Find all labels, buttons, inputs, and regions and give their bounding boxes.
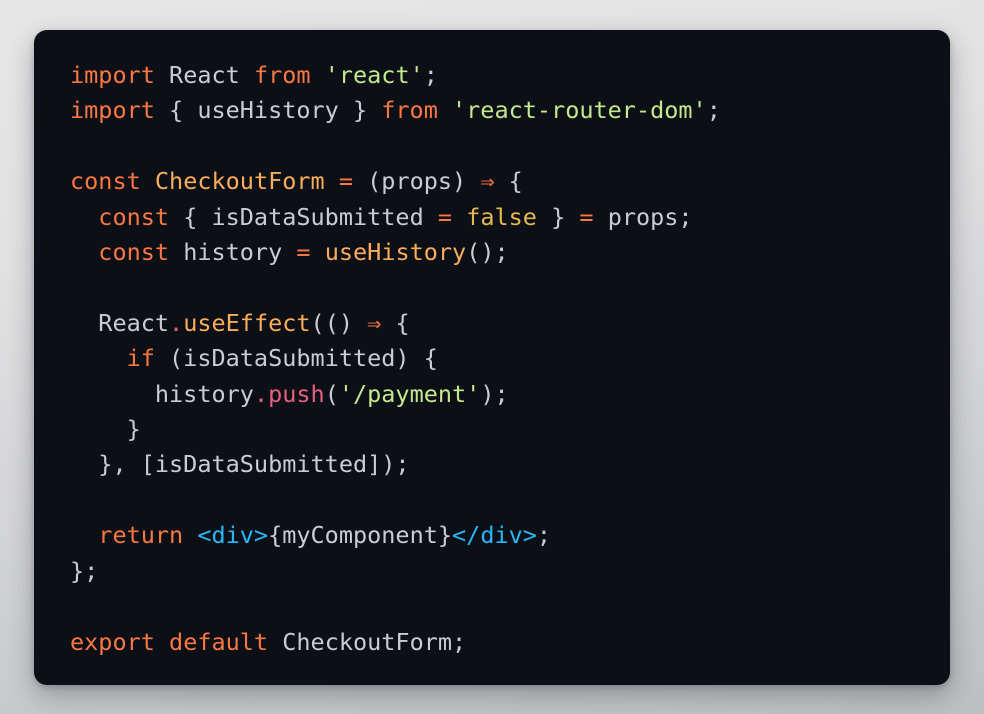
code-block[interactable]: import React from 'react'; import { useHi… bbox=[70, 58, 928, 660]
code-token-plain: { bbox=[494, 167, 523, 196]
code-token-plain: { useHistory } bbox=[154, 96, 382, 125]
code-token-plain: (props) bbox=[353, 167, 481, 196]
code-token-jsx-tag: <div> bbox=[197, 521, 269, 550]
code-line: }; bbox=[70, 554, 928, 589]
code-token-plain: ; bbox=[706, 96, 721, 125]
code-token-operator: = bbox=[338, 167, 353, 196]
code-token-plain: } bbox=[536, 202, 580, 231]
code-token-keyword: const bbox=[98, 238, 170, 267]
code-body: import React from 'react'; import { useHi… bbox=[34, 30, 950, 685]
code-line: return <div>{myComponent}</div>; bbox=[70, 518, 928, 553]
code-token-method: . bbox=[169, 308, 184, 337]
code-token-keyword: if bbox=[126, 344, 155, 373]
code-token-keyword: default bbox=[169, 627, 269, 656]
code-token-string: '/payment' bbox=[338, 379, 481, 408]
code-token-operator: = bbox=[437, 202, 453, 231]
code-line: } bbox=[70, 412, 928, 447]
code-token-operator: ⇒ bbox=[367, 308, 382, 337]
code-token-plain: {myComponent} bbox=[268, 521, 453, 550]
code-token-keyword: const bbox=[70, 167, 141, 196]
code-line: const CheckoutForm = (props) ⇒ { bbox=[70, 164, 928, 199]
code-line: ​ bbox=[70, 270, 928, 305]
code-line: const history = useHistory(); bbox=[70, 235, 928, 270]
code-token-keyword: const bbox=[98, 202, 170, 231]
code-token-function: useEffect bbox=[183, 308, 311, 337]
code-snippet-card: import React from 'react'; import { useHi… bbox=[34, 30, 950, 685]
code-token-boolean: false bbox=[466, 202, 537, 231]
code-token-plain: ( bbox=[324, 379, 339, 408]
code-line: ​ bbox=[70, 129, 928, 164]
code-token-plain: React bbox=[169, 61, 240, 89]
code-line: if (isDataSubmitted) { bbox=[70, 341, 928, 376]
code-token-operator: ⇒ bbox=[480, 167, 495, 196]
code-token-plain: CheckoutForm; bbox=[282, 627, 467, 656]
code-token-string: 'react-router-dom' bbox=[452, 96, 707, 125]
code-token-plain: React bbox=[70, 308, 170, 337]
code-line: React.useEffect(() ⇒ { bbox=[70, 306, 928, 341]
code-token-plain: (); bbox=[466, 238, 509, 267]
code-line: ​ bbox=[70, 589, 928, 624]
code-token-keyword: import bbox=[70, 61, 155, 89]
code-token-keyword: from bbox=[381, 96, 438, 125]
code-line: const { isDataSubmitted = false } = prop… bbox=[70, 200, 928, 235]
code-token-plain: { isDataSubmitted bbox=[169, 202, 438, 231]
code-token-keyword: export bbox=[70, 627, 155, 656]
code-token-plain: history bbox=[70, 379, 254, 408]
code-token-keyword: from bbox=[253, 61, 311, 89]
code-token-plain: history bbox=[169, 238, 297, 267]
code-token-plain: ; bbox=[536, 521, 552, 550]
code-line: ​ bbox=[70, 483, 928, 518]
code-token-plain: ); bbox=[480, 379, 509, 408]
code-line: }, [isDataSubmitted]); bbox=[70, 447, 928, 482]
code-line: import React from 'react'; bbox=[70, 58, 928, 93]
code-token-plain: }, [isDataSubmitted]); bbox=[70, 450, 410, 479]
code-line: export default CheckoutForm; bbox=[70, 625, 928, 660]
code-token-operator: = bbox=[296, 238, 311, 267]
code-token-plain: }; bbox=[70, 556, 99, 585]
code-token-method: . bbox=[253, 379, 269, 408]
code-token-jsx-tag: </div> bbox=[452, 521, 537, 550]
code-token-plain: props; bbox=[593, 202, 693, 231]
code-token-keyword: import bbox=[70, 96, 155, 125]
code-line: history.push('/payment'); bbox=[70, 377, 928, 412]
code-token-plain: { bbox=[381, 308, 410, 337]
code-token-method: push bbox=[268, 379, 325, 408]
code-token-plain: ; bbox=[423, 61, 438, 89]
code-token-plain: } bbox=[70, 415, 141, 444]
code-line: import { useHistory } from 'react-router… bbox=[70, 93, 928, 128]
screenshot-stage: import React from 'react'; import { useHi… bbox=[0, 0, 984, 714]
code-token-function: useHistory bbox=[324, 238, 467, 267]
code-token-operator: = bbox=[579, 202, 594, 231]
code-token-string: 'react' bbox=[324, 61, 424, 89]
code-token-plain: (() bbox=[310, 308, 368, 337]
code-token-keyword: return bbox=[98, 521, 184, 550]
code-token-plain: (isDataSubmitted) { bbox=[154, 344, 438, 373]
code-token-function: CheckoutForm bbox=[154, 167, 325, 196]
